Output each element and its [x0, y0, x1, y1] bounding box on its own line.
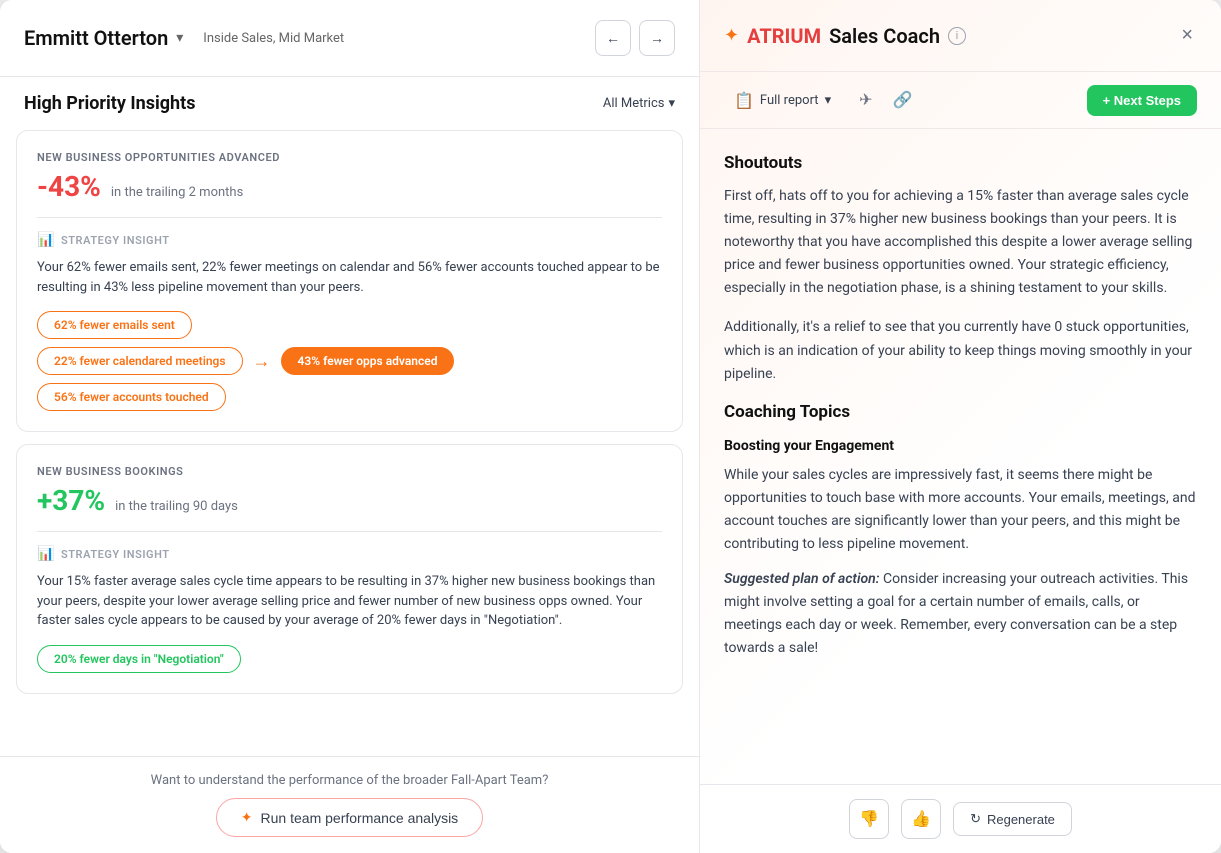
right-content: Shoutouts First off, hats off to you for… [700, 129, 1221, 784]
suggested-plan-label: Suggested plan of action: [724, 571, 880, 587]
card-1-pills: 62% fewer emails sent 22% fewer calendar… [37, 311, 662, 411]
card-1-insight-text: Your 62% fewer emails sent, 22% fewer me… [37, 258, 662, 297]
right-footer: 👎 👍 ↻ Regenerate [700, 784, 1221, 853]
sparkle-icon: ✦ [241, 809, 253, 826]
chevron-down-icon: ▾ [668, 96, 675, 111]
team-footer: Want to understand the performance of th… [0, 756, 699, 853]
card-2-metric-pct: +37% [37, 484, 105, 517]
full-report-label: Full report [760, 93, 819, 108]
run-analysis-button[interactable]: ✦ Run team performance analysis [216, 798, 483, 837]
run-analysis-label: Run team performance analysis [261, 810, 459, 826]
user-role: Inside Sales, Mid Market [203, 31, 344, 46]
info-icon[interactable]: i [948, 27, 966, 45]
pill-meetings[interactable]: 22% fewer calendared meetings [37, 347, 243, 375]
insights-header: High Priority Insights All Metrics ▾ [0, 77, 699, 130]
right-toolbar: 📋 Full report ▾ ✈ 🔗 + Next Steps [700, 72, 1221, 129]
user-name: Emmitt Otterton [24, 26, 168, 50]
card-2-label: NEW BUSINESS BOOKINGS [37, 465, 662, 478]
card-2-strategy-label: 📊 STRATEGY INSIGHT [37, 546, 662, 562]
pill-row-1: 22% fewer calendared meetings → 43% fewe… [37, 347, 662, 375]
pill-row-negotiation: 20% fewer days in "Negotiation" [37, 645, 662, 673]
coach-title: ✦ ATRIUM Sales Coach i [724, 24, 966, 48]
user-name-row: Emmitt Otterton ▾ Inside Sales, Mid Mark… [24, 26, 344, 50]
arrow-right-icon: → [253, 351, 271, 372]
card-1-metric-row: -43% in the trailing 2 months [37, 170, 662, 203]
next-steps-button[interactable]: + Next Steps [1087, 85, 1197, 116]
card-1-strategy-label: 📊 STRATEGY INSIGHT [37, 232, 662, 248]
insight-card-1: NEW BUSINESS OPPORTUNITIES ADVANCED -43%… [16, 130, 683, 432]
card-2-divider [37, 531, 662, 532]
pill-emails-sent[interactable]: 62% fewer emails sent [37, 311, 192, 339]
card-1-metric-subtitle: in the trailing 2 months [111, 185, 243, 200]
toolbar-icons: ✈ 🔗 [853, 84, 1075, 116]
full-report-chevron-icon: ▾ [825, 93, 832, 108]
send-icon-button[interactable]: ✈ [853, 84, 878, 116]
topic-heading: Boosting your Engagement [724, 438, 1197, 454]
coaching-topics-heading: Coaching Topics [724, 402, 1197, 422]
shoutouts-text-1: First off, hats off to you for achieving… [724, 185, 1197, 300]
sales-coach-text: Sales Coach [829, 24, 940, 48]
left-header: Emmitt Otterton ▾ Inside Sales, Mid Mark… [0, 0, 699, 77]
regenerate-button[interactable]: ↻ Regenerate [953, 802, 1072, 836]
shoutouts-text-2: Additionally, it's a relief to see that … [724, 316, 1197, 385]
regenerate-icon: ↻ [970, 811, 981, 827]
pill-row-0: 62% fewer emails sent [37, 311, 662, 339]
bar-chart-icon-2: 📊 [37, 546, 55, 562]
thumbs-up-button[interactable]: 👍 [901, 799, 941, 839]
pill-negotiation[interactable]: 20% fewer days in "Negotiation" [37, 645, 241, 673]
nav-back-button[interactable]: ← [595, 20, 631, 56]
atrium-text: ATRIUM [747, 24, 821, 48]
link-icon-button[interactable]: 🔗 [887, 84, 919, 116]
regenerate-label: Regenerate [987, 812, 1055, 827]
right-header: ✦ ATRIUM Sales Coach i × [700, 0, 1221, 72]
pill-accounts-touched[interactable]: 56% fewer accounts touched [37, 383, 226, 411]
topic-text: While your sales cycles are impressively… [724, 464, 1197, 556]
full-report-button[interactable]: 📋 Full report ▾ [724, 85, 841, 116]
bar-chart-icon: 📊 [37, 232, 55, 248]
insights-list: NEW BUSINESS OPPORTUNITIES ADVANCED -43%… [0, 130, 699, 756]
close-button[interactable]: × [1177, 20, 1197, 51]
card-2-metric-subtitle: in the trailing 90 days [115, 499, 238, 514]
pill-row-2: 56% fewer accounts touched [37, 383, 662, 411]
thumbs-down-button[interactable]: 👎 [849, 799, 889, 839]
card-1-metric-pct: -43% [37, 170, 101, 203]
left-panel: Emmitt Otterton ▾ Inside Sales, Mid Mark… [0, 0, 700, 853]
right-panel: ✦ ATRIUM Sales Coach i × 📋 Full report ▾… [700, 0, 1221, 853]
report-icon: 📋 [734, 91, 754, 110]
insight-card-2: NEW BUSINESS BOOKINGS +37% in the traili… [16, 444, 683, 694]
nav-arrows: ← → [595, 20, 675, 56]
suggested-plan-text: Suggested plan of action: Consider incre… [724, 568, 1197, 660]
all-metrics-button[interactable]: All Metrics ▾ [603, 96, 675, 111]
shoutouts-heading: Shoutouts [724, 153, 1197, 173]
user-dropdown-icon[interactable]: ▾ [176, 30, 183, 46]
sparkle-logo-icon: ✦ [724, 25, 739, 46]
card-1-divider [37, 217, 662, 218]
card-2-metric-row: +37% in the trailing 90 days [37, 484, 662, 517]
nav-forward-button[interactable]: → [639, 20, 675, 56]
team-question: Want to understand the performance of th… [24, 773, 675, 788]
card-1-label: NEW BUSINESS OPPORTUNITIES ADVANCED [37, 151, 662, 164]
pill-opps-advanced[interactable]: 43% fewer opps advanced [281, 347, 455, 375]
card-2-pills: 20% fewer days in "Negotiation" [37, 645, 662, 673]
card-2-insight-text: Your 15% faster average sales cycle time… [37, 572, 662, 631]
insights-title: High Priority Insights [24, 93, 195, 114]
